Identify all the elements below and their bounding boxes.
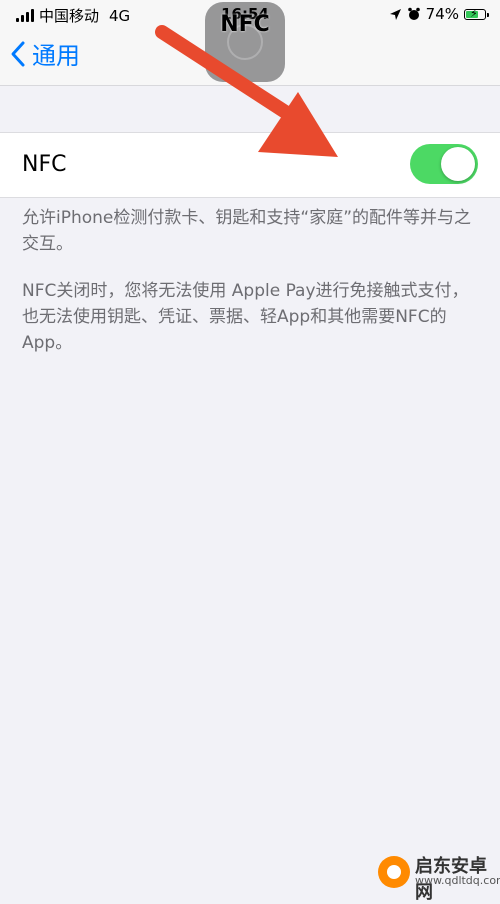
back-label: 通用 [32,42,80,70]
nfc-off-note: NFC关闭时，您将无法使用 Apple Pay进行免接触式支付，也无法使用钥匙、… [22,281,469,353]
status-left: 中国移动 4G [16,5,130,26]
toggle-knob [441,147,475,181]
signal-icon [16,9,34,22]
red-arrow-annotation [155,25,338,157]
location-arrow-icon [389,8,401,20]
battery-icon: ⚡ [464,6,489,20]
nfc-label: NFC [22,152,67,177]
watermark-logo-icon [378,856,410,888]
nfc-toggle[interactable] [410,144,478,184]
nfc-description: 允许iPhone检测付款卡、钥匙和支持“家庭”的配件等并与之交互。 [22,208,471,254]
back-button[interactable]: 通用 [10,36,80,71]
charging-bolt-icon: ⚡ [470,6,478,20]
battery-percent: 74% [425,5,459,23]
network-type: 4G [109,6,131,25]
carrier-name: 中国移动 [39,7,100,25]
alarm-clock-icon [407,7,420,20]
status-right: 74% ⚡ [389,5,489,23]
site-watermark: 启东安卓网 www.qdltdq.com [360,850,500,903]
chevron-left-icon [11,41,25,66]
watermark-url: www.qdltdq.com [415,874,500,887]
